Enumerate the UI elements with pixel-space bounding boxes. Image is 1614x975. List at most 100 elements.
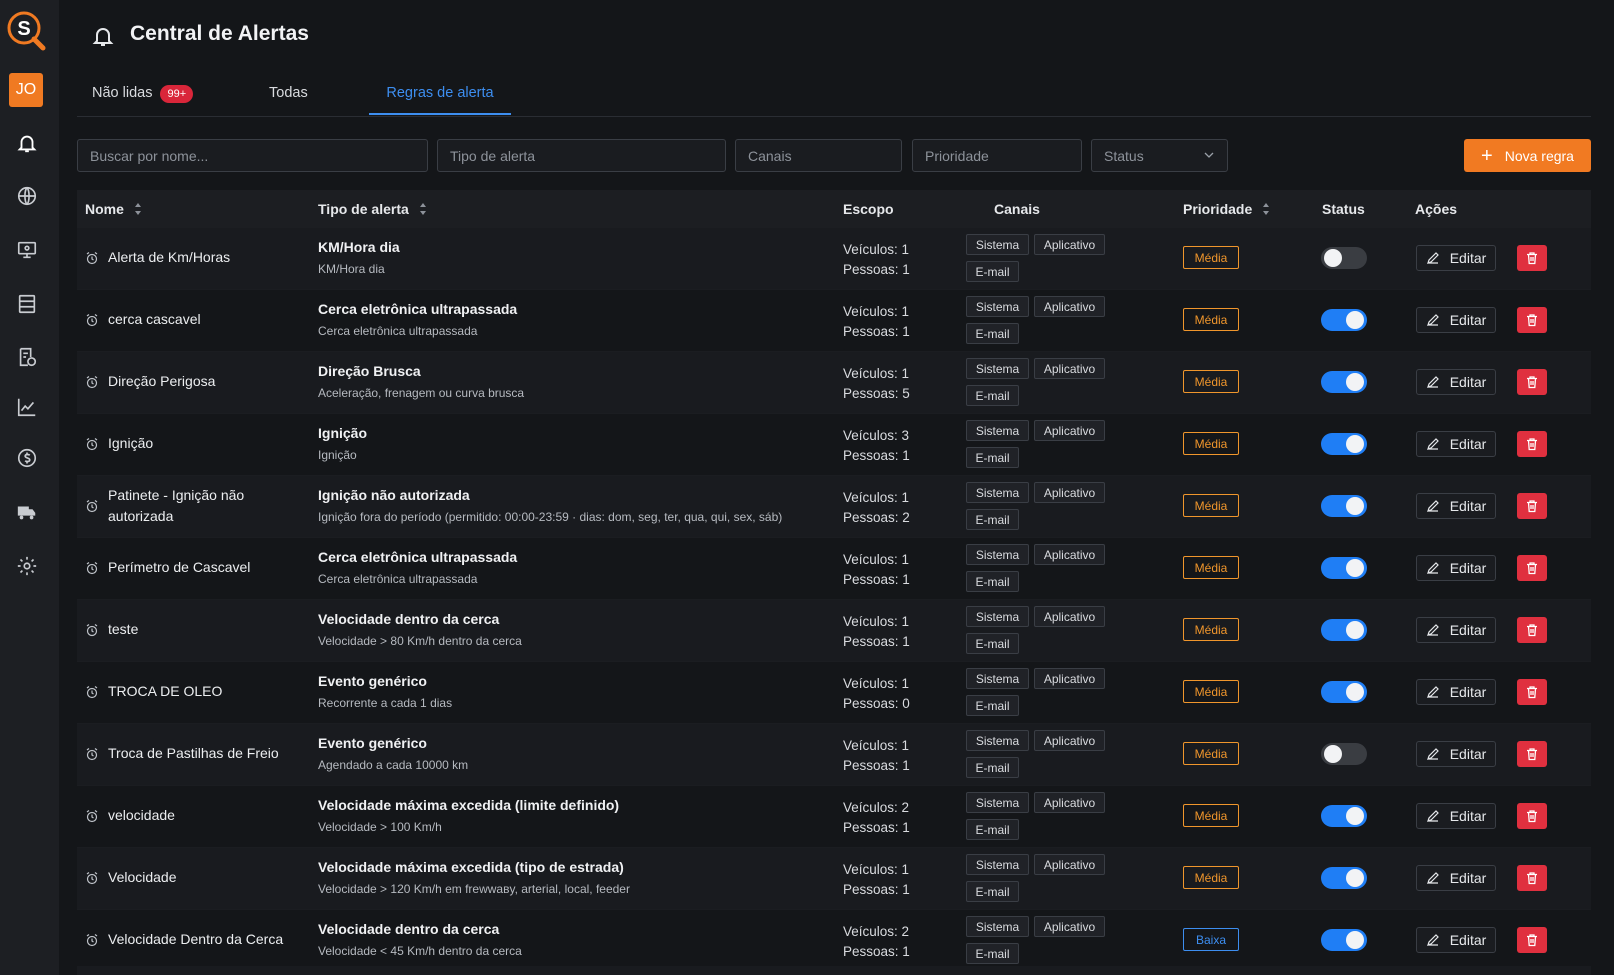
delete-button[interactable] [1517, 493, 1547, 519]
status-filter-label: Status [1104, 147, 1144, 164]
column-channels: Canais [994, 201, 1040, 217]
delete-button[interactable] [1517, 927, 1547, 953]
app-logo[interactable]: S [6, 9, 46, 55]
edit-button[interactable]: Editar [1416, 865, 1496, 891]
edit-button[interactable]: Editar [1416, 803, 1496, 829]
status-toggle[interactable] [1321, 619, 1367, 641]
channel-app-chip: Aplicativo [1034, 792, 1105, 813]
alert-type: Velocidade máxima excedida (limite defin… [318, 797, 620, 813]
tab-unread[interactable]: Não lidas 99+ [92, 78, 194, 115]
channels-filter[interactable]: Canais [735, 139, 902, 172]
table-row: Velocidade Dentro da Cerca Velocidade den… [77, 910, 1591, 972]
toggle-knob [1346, 621, 1364, 639]
delete-button[interactable] [1517, 617, 1547, 643]
alarm-icon [86, 748, 98, 761]
nav-map[interactable] [0, 176, 54, 216]
edit-button[interactable]: Editar [1416, 927, 1496, 953]
nav-monitor[interactable] [0, 230, 54, 270]
rule-name: Alerta de Km/Horas [108, 249, 231, 265]
edit-button[interactable]: Editar [1416, 741, 1496, 767]
alert-type-filter[interactable]: Tipo de alerta [437, 139, 726, 172]
channel-email-chip: E-mail [966, 943, 1019, 964]
column-type[interactable]: Tipo de alerta [318, 201, 427, 217]
column-priority[interactable]: Prioridade [1183, 201, 1270, 217]
trash-icon [1527, 624, 1537, 637]
channel-system-chip: Sistema [966, 358, 1029, 379]
status-toggle[interactable] [1321, 557, 1367, 579]
channel-system-chip: Sistema [966, 482, 1029, 503]
edit-button[interactable]: Editar [1416, 369, 1496, 395]
status-toggle[interactable] [1321, 433, 1367, 455]
tab-alert-rules[interactable]: Regras de alerta [369, 78, 511, 115]
scope-vehicles: Veículos: 1 [843, 304, 910, 319]
nav-reports[interactable] [0, 337, 54, 377]
edit-button[interactable]: Editar [1416, 431, 1496, 457]
table-header: Nome Tipo de alerta Escopo Canais Priori… [77, 190, 1591, 228]
edit-button[interactable]: Editar [1416, 245, 1496, 271]
scope-vehicles: Veículos: 1 [843, 738, 910, 753]
alert-type: Cerca eletrônica ultrapassada [318, 549, 518, 565]
sort-icon [419, 203, 426, 215]
scope-people: Pessoas: 1 [843, 944, 910, 959]
status-toggle[interactable] [1321, 309, 1367, 331]
status-toggle[interactable] [1321, 495, 1367, 517]
edit-button[interactable]: Editar [1416, 493, 1496, 519]
edit-button[interactable]: Editar [1416, 555, 1496, 581]
alert-type-description: Ignição fora do período (permitido: 00:0… [318, 510, 783, 524]
status-toggle[interactable] [1321, 371, 1367, 393]
table-row: cerca cascavel Cerca eletrônica ultrapass… [77, 290, 1591, 352]
delete-button[interactable] [1517, 431, 1547, 457]
status-filter[interactable]: Status [1091, 139, 1228, 172]
edit-button[interactable]: Editar [1416, 679, 1496, 705]
status-toggle[interactable] [1321, 805, 1367, 827]
tab-label: Regras de alerta [386, 85, 494, 101]
scope-people: Pessoas: 1 [843, 448, 910, 463]
delete-button[interactable] [1517, 245, 1547, 271]
tab-all[interactable]: Todas [269, 78, 308, 115]
status-toggle[interactable] [1321, 743, 1367, 765]
nav-alerts[interactable] [0, 123, 54, 163]
nav-records[interactable] [0, 284, 54, 324]
edit-button[interactable]: Editar [1416, 617, 1496, 643]
delete-button[interactable] [1517, 865, 1547, 891]
nav-settings[interactable] [0, 546, 54, 586]
trash-icon [1527, 810, 1537, 823]
scope-people: Pessoas: 1 [843, 324, 910, 339]
delete-button[interactable] [1517, 555, 1547, 581]
tab-label: Todas [269, 85, 308, 101]
status-toggle[interactable] [1321, 867, 1367, 889]
priority-badge: Média [1183, 246, 1239, 269]
new-rule-button[interactable]: + Nova regra [1464, 139, 1591, 172]
column-name-label: Nome [85, 201, 124, 217]
nav-fleet[interactable] [0, 492, 54, 532]
status-toggle[interactable] [1321, 929, 1367, 951]
delete-button[interactable] [1517, 741, 1547, 767]
delete-button[interactable] [1517, 803, 1547, 829]
search-input[interactable]: Buscar por nome... [77, 139, 428, 172]
priority-filter[interactable]: Prioridade [912, 139, 1082, 172]
table-row: Patinete - Ignição não autorizada Ignição… [77, 476, 1591, 538]
channel-email-chip: E-mail [966, 447, 1019, 468]
table-row: Alerta de Km/Horas KM/Hora dia KM/Hora dia… [77, 228, 1591, 290]
trash-icon [1527, 314, 1537, 327]
priority-badge: Média [1183, 680, 1239, 703]
column-name[interactable]: Nome [85, 201, 142, 217]
alert-type: KM/Hora dia [318, 239, 400, 255]
trash-icon [1527, 500, 1537, 513]
table-row: Direção Perigosa Direção Brusca Aceleração… [77, 352, 1591, 414]
user-avatar[interactable]: JO [9, 73, 43, 107]
pencil-icon [1426, 562, 1439, 574]
channel-app-chip: Aplicativo [1034, 854, 1105, 875]
channel-system-chip: Sistema [966, 234, 1029, 255]
delete-button[interactable] [1517, 369, 1547, 395]
delete-button[interactable] [1517, 679, 1547, 705]
delete-button[interactable] [1517, 307, 1547, 333]
status-toggle[interactable] [1321, 247, 1367, 269]
status-toggle[interactable] [1321, 681, 1367, 703]
edit-button[interactable]: Editar [1416, 307, 1496, 333]
pencil-icon [1426, 624, 1439, 636]
pencil-icon [1426, 376, 1439, 388]
scope-vehicles: Veículos: 1 [843, 490, 910, 505]
nav-analytics[interactable] [0, 387, 54, 427]
nav-finance[interactable] [0, 438, 54, 478]
